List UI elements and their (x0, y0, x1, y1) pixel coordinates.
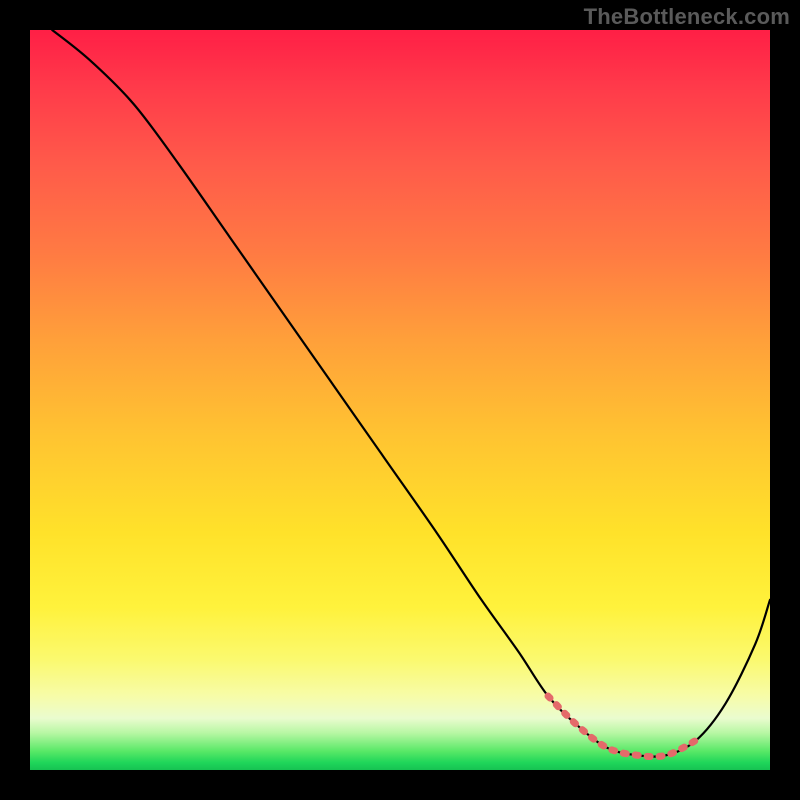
chart-frame: TheBottleneck.com (0, 0, 800, 800)
watermark-text: TheBottleneck.com (584, 4, 790, 30)
curve-svg (30, 30, 770, 770)
plot-area (30, 30, 770, 770)
main-curve-line (52, 30, 770, 757)
optimal-zone-segment (548, 696, 696, 757)
